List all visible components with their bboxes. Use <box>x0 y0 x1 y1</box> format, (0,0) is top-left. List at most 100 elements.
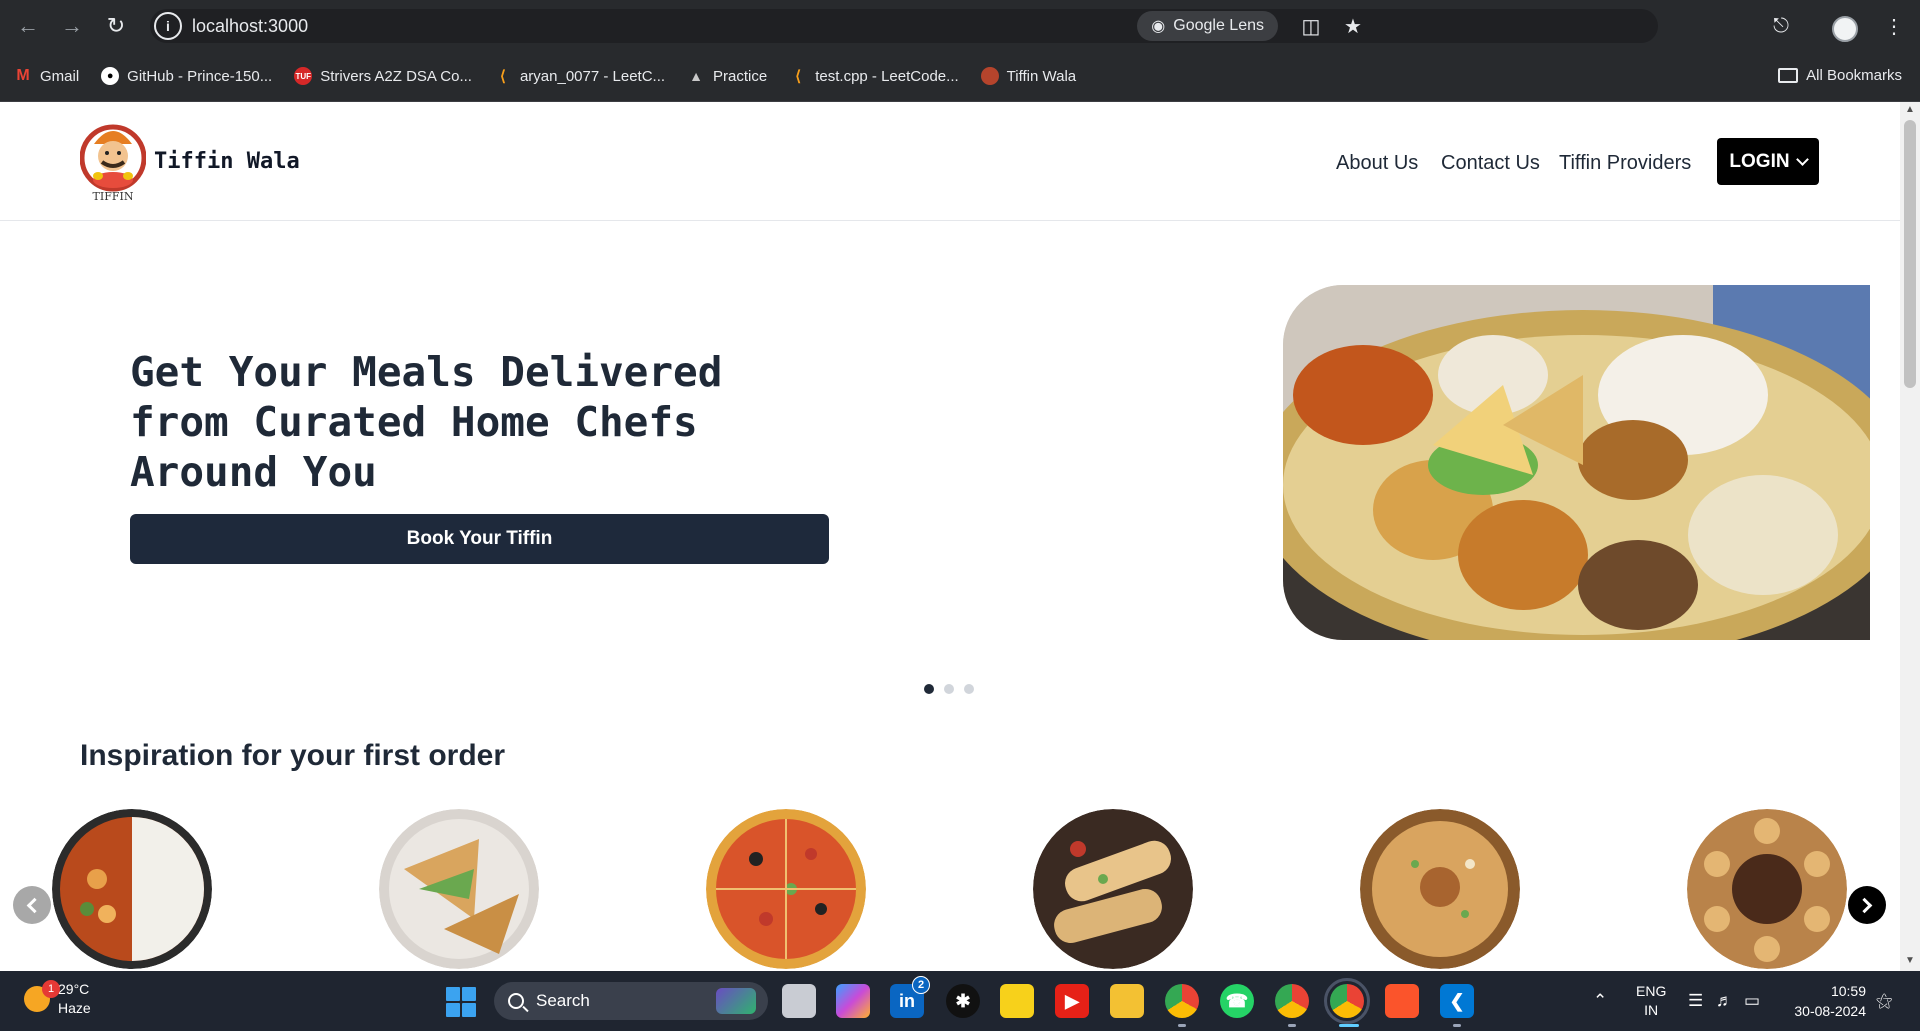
weather-desc: Haze <box>58 1000 91 1016</box>
vscode-icon[interactable]: ❮ <box>1440 984 1474 1018</box>
bookmark-label: Tiffin Wala <box>1006 67 1077 85</box>
address-bar[interactable]: i localhost:3000 ◉ Google Lens ◫ ★ <box>150 9 1658 43</box>
bookmark-star-icon[interactable]: ★ <box>1340 13 1366 39</box>
site-header: TIFFIN Tiffin Wala About Us Contact Us T… <box>0 102 1900 221</box>
scroll-up-icon[interactable]: ▲ <box>1904 104 1916 118</box>
rocket-icon: ▲ <box>689 68 703 84</box>
windows-start-icon[interactable] <box>446 987 476 1017</box>
wifi-icon[interactable]: ☰ <box>1688 991 1703 1011</box>
install-app-icon[interactable]: ◫ <box>1298 13 1324 39</box>
bookmark-label: aryan_0077 - LeetC... <box>519 67 666 85</box>
language-indicator[interactable]: ENG IN <box>1636 982 1666 1020</box>
food-item-pani-puri[interactable] <box>1687 809 1847 969</box>
file-explorer-icon[interactable] <box>1110 984 1144 1018</box>
chrome-profile-2-icon[interactable] <box>1275 984 1309 1018</box>
search-label: Search <box>536 991 590 1010</box>
page-scrollbar[interactable]: ▲ ▼ <box>1900 102 1920 971</box>
chevron-up-icon[interactable]: ⌃ <box>1593 991 1607 1011</box>
bookmarks-bar: M Gmail ● GitHub - Prince-150... TUF Str… <box>0 51 1920 102</box>
notification-bell-icon[interactable]: ⚝ <box>1876 991 1893 1011</box>
food-item-paneer-rice[interactable] <box>52 809 212 969</box>
food-item-biryani[interactable] <box>1360 809 1520 969</box>
login-button[interactable]: LOGIN <box>1717 138 1819 185</box>
logo-caption: TIFFIN <box>93 190 134 203</box>
running-indicator <box>1288 1024 1296 1027</box>
bookmark-gmail[interactable]: M Gmail <box>14 67 79 85</box>
carousel-dot-2[interactable] <box>944 684 954 694</box>
reload-icon[interactable]: ↻ <box>94 4 138 48</box>
all-bookmarks-button[interactable]: All Bookmarks <box>1778 67 1902 84</box>
food-item-sandwich[interactable] <box>379 809 539 969</box>
clock[interactable]: 10:59 30-08-2024 <box>1786 981 1866 1021</box>
carousel-dot-3[interactable] <box>964 684 974 694</box>
tiffin-wala-logo[interactable]: TIFFIN <box>80 118 146 204</box>
login-label: LOGIN <box>1729 150 1790 172</box>
task-view-icon[interactable] <box>782 984 816 1018</box>
bookmark-leetcode-test[interactable]: ⟨ test.cpp - LeetCode... <box>789 67 958 86</box>
copilot-icon[interactable] <box>836 984 870 1018</box>
food-item-pizza[interactable] <box>706 809 866 969</box>
volume-icon[interactable]: ♬ <box>1716 991 1733 1011</box>
weather-badge: 1 <box>42 980 60 998</box>
all-bookmarks-label: All Bookmarks <box>1806 67 1902 84</box>
perplexity-icon[interactable]: ✱ <box>946 984 980 1018</box>
tiffin-favicon <box>980 67 999 85</box>
profile-avatar[interactable] <box>1832 16 1858 42</box>
bookmark-leetcode-profile[interactable]: ⟨ aryan_0077 - LeetC... <box>494 67 666 86</box>
brand-name[interactable]: Tiffin Wala <box>154 149 300 174</box>
menu-icon[interactable]: ⋮ <box>1878 10 1910 42</box>
food-item-wrap[interactable] <box>1033 809 1193 969</box>
carousel-next-button[interactable] <box>1848 886 1886 924</box>
youtube-icon[interactable]: ▶ <box>1055 984 1089 1018</box>
chrome-profile-1-icon[interactable] <box>1165 984 1199 1018</box>
google-lens-button[interactable]: ◉ Google Lens <box>1137 11 1278 41</box>
brave-icon[interactable] <box>1385 984 1419 1018</box>
browser-toolbar: ← → ↻ i localhost:3000 ◉ Google Lens ◫ ★… <box>0 0 1920 51</box>
scroll-down-icon[interactable]: ▼ <box>1904 955 1916 969</box>
inspiration-title: Inspiration for your first order <box>80 739 506 772</box>
page-viewport: TIFFIN Tiffin Wala About Us Contact Us T… <box>0 102 1920 971</box>
linkedin-icon[interactable]: in 2 <box>890 976 930 1018</box>
bookmark-tiffin-wala[interactable]: Tiffin Wala <box>980 67 1077 85</box>
bookmark-practice[interactable]: ▲ Practice <box>687 67 767 85</box>
url-text[interactable]: localhost:3000 <box>192 16 308 37</box>
sticky-notes-icon[interactable] <box>1000 984 1034 1018</box>
hero-thali-image <box>1283 285 1870 640</box>
site-info-icon[interactable]: i <box>154 12 182 40</box>
lang-line1: ENG <box>1636 983 1667 999</box>
chevron-left-icon <box>26 897 43 913</box>
extensions-icon[interactable]: ⎋ <box>1765 10 1797 42</box>
back-icon[interactable]: ← <box>6 4 50 48</box>
book-tiffin-button[interactable]: Book Your Tiffin <box>130 514 829 564</box>
bookmark-label: Strivers A2Z DSA Co... <box>320 67 472 85</box>
bookmark-github[interactable]: ● GitHub - Prince-150... <box>101 67 272 85</box>
bookmark-strivers[interactable]: TUF Strivers A2Z DSA Co... <box>294 67 472 85</box>
battery-icon[interactable]: ▭ <box>1744 991 1760 1011</box>
weather-widget[interactable]: 1 29°C Haze <box>24 980 91 1018</box>
running-indicator <box>1453 1024 1461 1027</box>
chevron-right-icon <box>1856 897 1873 913</box>
clock-time: 10:59 <box>1830 983 1866 999</box>
whatsapp-icon[interactable]: ☎ <box>1220 984 1254 1018</box>
nav-contact-us[interactable]: Contact Us <box>1441 152 1540 175</box>
bookmark-label: Gmail <box>40 67 80 85</box>
nav-about-us[interactable]: About Us <box>1336 152 1418 175</box>
carousel-dots <box>924 684 974 694</box>
carousel-prev-button[interactable] <box>13 886 51 924</box>
linkedin-badge: 2 <box>912 976 930 994</box>
weather-icon: 1 <box>24 980 60 1012</box>
github-icon: ● <box>101 67 120 85</box>
scroll-thumb[interactable] <box>1904 120 1916 388</box>
carousel-dot-1[interactable] <box>924 684 934 694</box>
nav-tiffin-providers[interactable]: Tiffin Providers <box>1559 152 1691 175</box>
screen: ← → ↻ i localhost:3000 ◉ Google Lens ◫ ★… <box>0 0 1920 1031</box>
weather-temp: 29°C <box>58 981 90 997</box>
running-indicator <box>1178 1024 1186 1027</box>
tuf-icon: TUF <box>294 67 313 85</box>
forward-icon[interactable]: → <box>50 4 94 48</box>
bookmark-label: Practice <box>713 67 768 85</box>
clock-date: 30-08-2024 <box>1794 1003 1866 1019</box>
gmail-icon: M <box>16 67 30 84</box>
taskbar-search[interactable]: Search <box>494 982 768 1020</box>
chrome-active-icon[interactable] <box>1324 978 1370 1024</box>
